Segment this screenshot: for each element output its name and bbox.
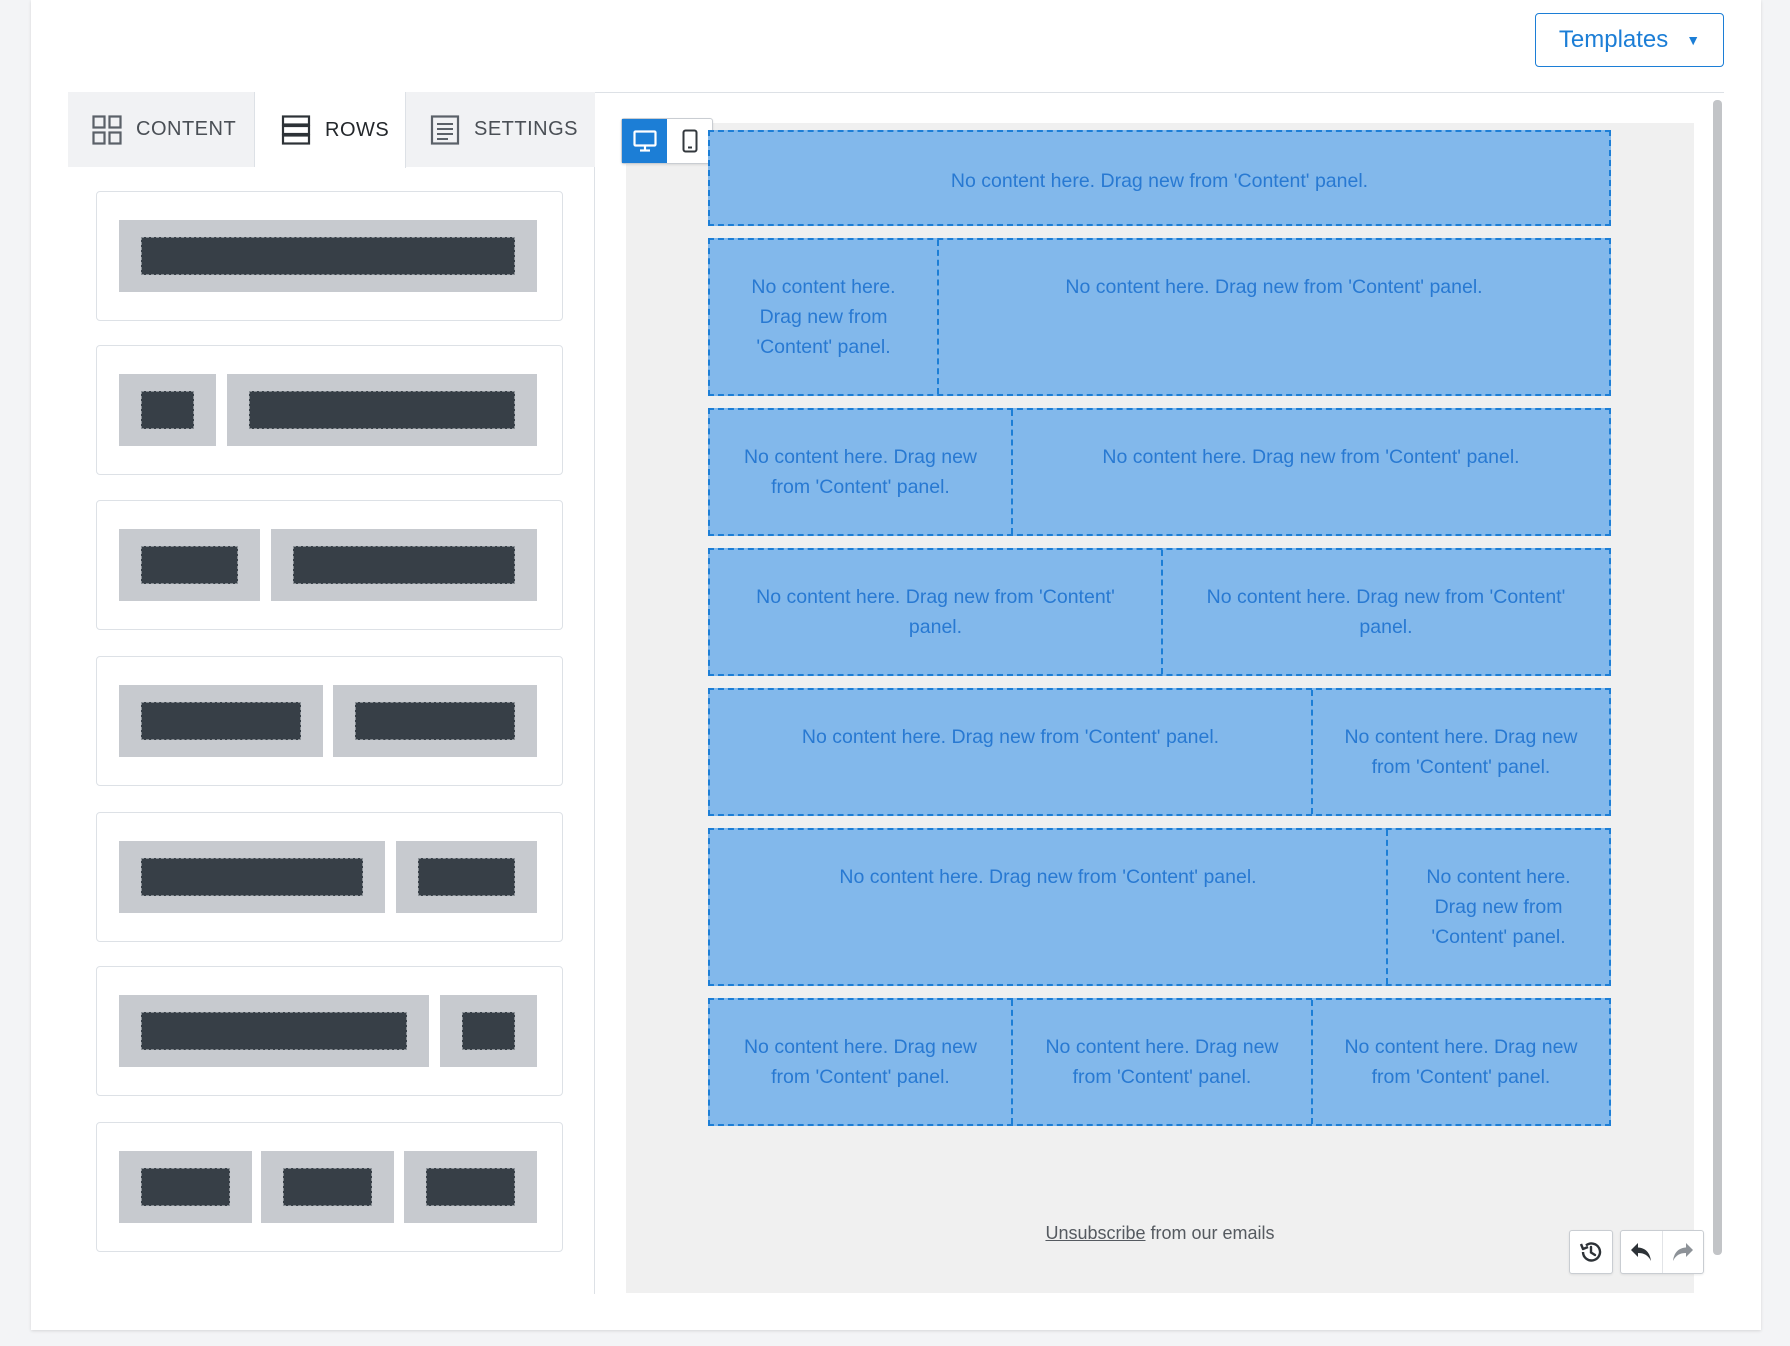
email-row[interactable]: No content here. Drag new from 'Content'… bbox=[708, 548, 1611, 676]
row-layout-column bbox=[119, 685, 323, 757]
row-layout-column bbox=[404, 1151, 537, 1223]
row-layout-column bbox=[119, 1151, 252, 1223]
email-rows: No content here. Drag new from 'Content'… bbox=[708, 130, 1611, 1138]
row-layout-3-columns[interactable] bbox=[96, 1122, 563, 1252]
tab-content-label: CONTENT bbox=[136, 118, 237, 140]
dropzone-cell[interactable]: No content here. Drag new from 'Content'… bbox=[1161, 550, 1609, 674]
tab-settings[interactable]: SETTINGS bbox=[406, 92, 595, 167]
row-layout-2-columns-1-3[interactable] bbox=[96, 500, 563, 630]
row-layout-column bbox=[261, 1151, 394, 1223]
dropzone-cell[interactable]: No content here. Drag new from 'Content'… bbox=[710, 410, 1011, 534]
rows-icon bbox=[281, 115, 311, 145]
footer-text: from our emails bbox=[1145, 1223, 1275, 1243]
dropzone-cell[interactable]: No content here. Drag new from 'Content'… bbox=[710, 240, 937, 394]
undo-redo-group bbox=[1620, 1230, 1704, 1274]
dropzone-cell[interactable]: No content here. Drag new from 'Content'… bbox=[710, 132, 1609, 224]
dropzone-cell[interactable]: No content here. Drag new from 'Content'… bbox=[1311, 690, 1609, 814]
row-layout-2-columns-1-5[interactable] bbox=[96, 345, 563, 475]
row-layout-column bbox=[227, 374, 537, 446]
row-layout-placeholder bbox=[141, 1012, 407, 1050]
caret-down-icon: ▼ bbox=[1686, 32, 1701, 48]
tab-rows-label: ROWS bbox=[325, 118, 390, 141]
row-layout-column bbox=[333, 685, 537, 757]
canvas-scrollbar[interactable] bbox=[1713, 100, 1722, 1255]
grid-icon bbox=[92, 114, 122, 145]
email-row[interactable]: No content here. Drag new from 'Content'… bbox=[708, 998, 1611, 1126]
mobile-icon bbox=[682, 129, 697, 153]
row-layout-2-columns-3-1[interactable] bbox=[96, 966, 563, 1096]
row-layout-column bbox=[119, 529, 260, 601]
settings-icon bbox=[430, 114, 460, 145]
row-layout-1-column[interactable] bbox=[96, 191, 563, 321]
dropzone-cell[interactable]: No content here. Drag new from 'Content'… bbox=[710, 830, 1386, 984]
unsubscribe-link[interactable]: Unsubscribe bbox=[1045, 1223, 1145, 1243]
row-layout-placeholder bbox=[141, 237, 515, 275]
row-layout-placeholder bbox=[249, 391, 515, 429]
desktop-icon bbox=[632, 130, 657, 152]
row-layout-placeholder bbox=[355, 702, 515, 740]
templates-dropdown-button[interactable]: Templates ▼ bbox=[1535, 13, 1724, 67]
row-layout-column bbox=[440, 995, 537, 1067]
undo-icon bbox=[1631, 1243, 1652, 1261]
row-layout-placeholder bbox=[418, 858, 515, 896]
dropzone-cell[interactable]: No content here. Drag new from 'Content'… bbox=[710, 550, 1161, 674]
tab-settings-label: SETTINGS bbox=[474, 118, 579, 140]
tab-content[interactable]: CONTENT bbox=[68, 92, 255, 167]
row-layout-placeholder bbox=[462, 1012, 515, 1050]
row-layout-column bbox=[119, 374, 216, 446]
row-layout-placeholder bbox=[141, 391, 194, 429]
redo-button[interactable] bbox=[1661, 1231, 1703, 1273]
row-layout-2-columns-equal[interactable] bbox=[96, 656, 563, 786]
email-row[interactable]: No content here. Drag new from 'Content'… bbox=[708, 130, 1611, 226]
email-row[interactable]: No content here. Drag new from 'Content'… bbox=[708, 238, 1611, 396]
dropzone-cell[interactable]: No content here. Drag new from 'Content'… bbox=[710, 690, 1311, 814]
history-icon bbox=[1579, 1242, 1602, 1262]
email-row[interactable]: No content here. Drag new from 'Content'… bbox=[708, 408, 1611, 536]
dropzone-cell[interactable]: No content here. Drag new from 'Content'… bbox=[1386, 830, 1609, 984]
dropzone-cell[interactable]: No content here. Drag new from 'Content'… bbox=[1311, 1000, 1609, 1124]
row-layout-placeholder bbox=[141, 702, 301, 740]
history-button[interactable] bbox=[1569, 1230, 1613, 1274]
row-layout-column bbox=[396, 841, 537, 913]
row-layout-placeholder bbox=[141, 1168, 230, 1206]
dropzone-cell[interactable]: No content here. Drag new from 'Content'… bbox=[1011, 1000, 1311, 1124]
row-layout-placeholder bbox=[283, 1168, 372, 1206]
row-layout-column bbox=[271, 529, 537, 601]
device-switch bbox=[621, 118, 713, 164]
left-panel: CONTENT ROWS SETTINGS bbox=[68, 92, 595, 1294]
row-layout-column bbox=[119, 995, 429, 1067]
mobile-view-button[interactable] bbox=[667, 119, 712, 163]
row-layout-column bbox=[119, 220, 537, 292]
row-layout-column bbox=[119, 841, 385, 913]
dropzone-cell[interactable]: No content here. Drag new from 'Content'… bbox=[710, 1000, 1011, 1124]
row-layout-placeholder bbox=[426, 1168, 515, 1206]
email-row[interactable]: No content here. Drag new from 'Content'… bbox=[708, 828, 1611, 986]
row-layout-placeholder bbox=[293, 546, 515, 584]
tab-rows[interactable]: ROWS bbox=[255, 92, 406, 168]
undo-button[interactable] bbox=[1621, 1231, 1662, 1273]
desktop-view-button[interactable] bbox=[622, 119, 667, 163]
redo-icon bbox=[1672, 1243, 1693, 1261]
email-footer: Unsubscribe from our emails bbox=[626, 1223, 1694, 1244]
row-layout-placeholder bbox=[141, 546, 238, 584]
email-row[interactable]: No content here. Drag new from 'Content'… bbox=[708, 688, 1611, 816]
dropzone-cell[interactable]: No content here. Drag new from 'Content'… bbox=[937, 240, 1609, 394]
templates-label: Templates bbox=[1558, 26, 1669, 53]
panel-tabs: CONTENT ROWS SETTINGS bbox=[68, 92, 595, 168]
row-layout-placeholder bbox=[141, 858, 363, 896]
dropzone-cell[interactable]: No content here. Drag new from 'Content'… bbox=[1011, 410, 1609, 534]
row-layout-2-columns-2-1[interactable] bbox=[96, 812, 563, 942]
